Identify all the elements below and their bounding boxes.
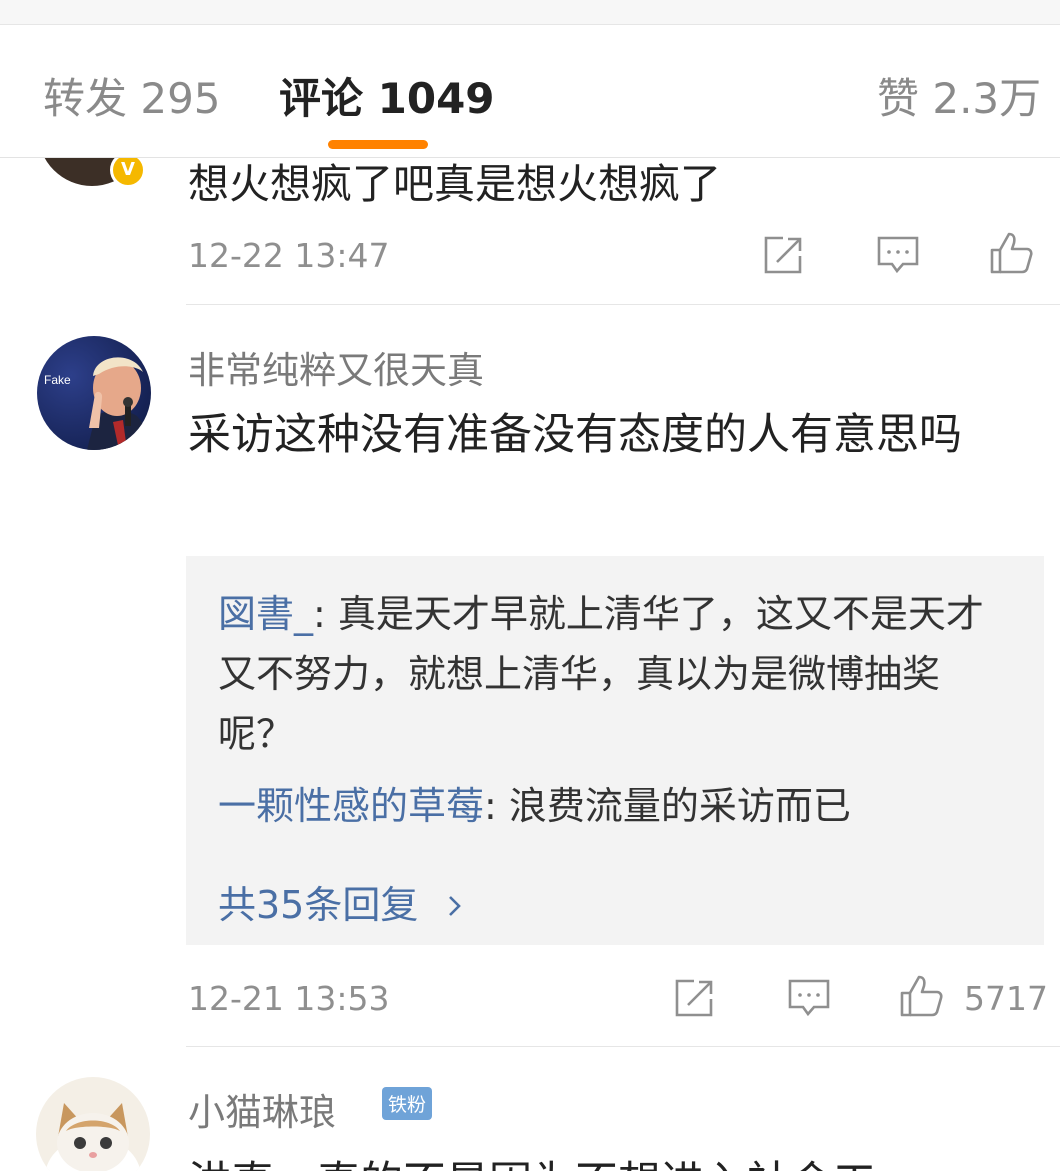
chevron-right-icon [449, 896, 462, 916]
reply-username[interactable]: 図書_ [218, 592, 313, 636]
reply-separator: : [484, 784, 497, 828]
comment-time: 12-22 13:47 [188, 236, 390, 275]
comment-username[interactable]: 非常纯粹又很天真 [188, 340, 484, 394]
tab-bar: 转发 295 评论 1049 赞 2.3万 [0, 25, 1060, 158]
like-icon[interactable] [988, 230, 1034, 276]
avatar-caption: Fake [44, 373, 71, 387]
comment-text: 洪真，真的不是因为不想进入社会工 [188, 1148, 876, 1171]
comment-icon[interactable] [875, 232, 921, 278]
active-tab-indicator [328, 140, 428, 149]
reply-text: 浪费流量的采访而已 [496, 784, 851, 828]
comment-list: V 想火想疯了吧真是想火想疯了 12-22 13:47 Fake 非常纯粹又很天… [0, 0, 1060, 1171]
comment-username[interactable]: 小猫琳琅 [188, 1082, 336, 1136]
reply-item: 図書_: 真是天才早就上清华了，这又不是天才又不努力，就想上清华，真以为是微博抽… [218, 584, 1008, 764]
reply-username[interactable]: 一颗性感的草莓 [218, 784, 484, 828]
like-count: 5717 [964, 979, 1048, 1018]
reply-text: 真是天才早就上清华了，这又不是天才又不努力，就想上清华，真以为是微博抽奖呢？ [218, 592, 984, 756]
tab-comments[interactable]: 评论 1049 [279, 65, 495, 126]
share-icon[interactable] [672, 975, 718, 1021]
reply-item: 一颗性感的草莓: 浪费流量的采访而已 [218, 776, 1008, 836]
comment-text: 想火想疯了吧真是想火想疯了 [188, 160, 721, 208]
tab-likes[interactable]: 赞 2.3万 [877, 65, 1041, 126]
reply-preview[interactable]: 図書_: 真是天才早就上清华了，这又不是天才又不努力，就想上清华，真以为是微博抽… [186, 556, 1044, 945]
fan-badge: 铁粉 [382, 1087, 433, 1120]
comment-time: 12-21 13:53 [188, 979, 390, 1018]
tab-reposts[interactable]: 转发 295 [43, 65, 221, 126]
comment-icon[interactable] [786, 975, 832, 1021]
divider [186, 304, 1060, 305]
reply-separator: : [313, 592, 326, 636]
reply-total-label: 共35条回复 [218, 883, 419, 927]
avatar[interactable]: Fake [37, 336, 151, 450]
divider [186, 1046, 1060, 1047]
avatar[interactable] [36, 1077, 150, 1171]
comment-text: 采访这种没有准备没有态度的人有意思吗 [188, 410, 962, 460]
share-icon[interactable] [761, 232, 807, 278]
view-all-replies-link[interactable]: 共35条回复 [218, 874, 466, 929]
like-icon[interactable] [898, 973, 944, 1019]
